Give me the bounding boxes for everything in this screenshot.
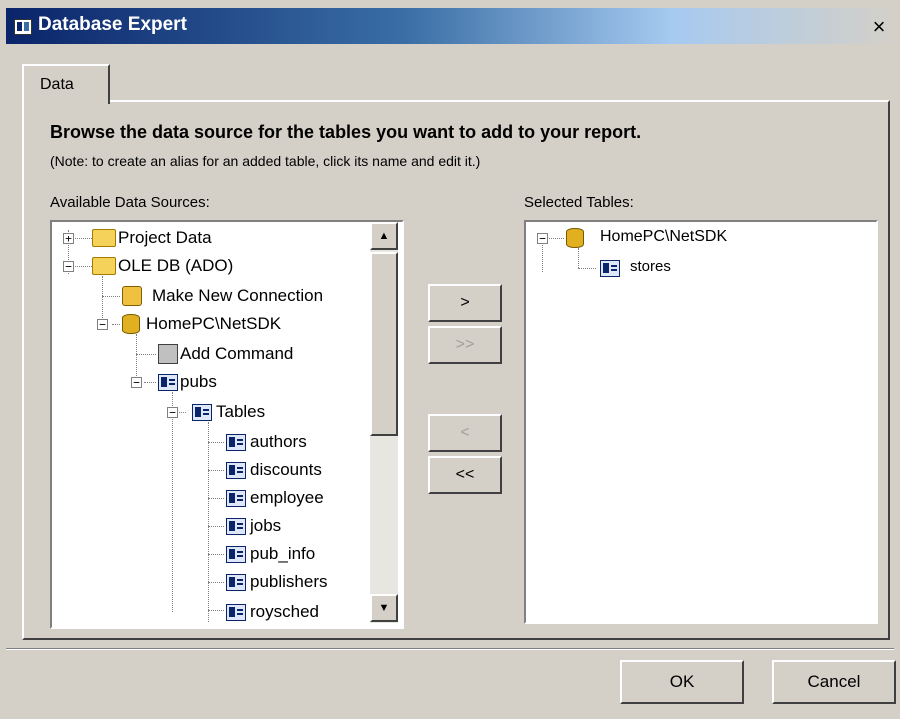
collapse-icon[interactable]: − bbox=[63, 261, 74, 272]
table-icon bbox=[226, 518, 246, 535]
tree-item-label: stores bbox=[630, 258, 671, 275]
available-sources-tree[interactable]: + Project Data − OLE DB (ADO) Make New C… bbox=[50, 220, 404, 629]
tree-item-add-command[interactable]: Add Command bbox=[52, 342, 372, 366]
table-icon bbox=[158, 374, 178, 391]
table-icon bbox=[192, 404, 212, 421]
tree-item-label: pubs bbox=[180, 372, 217, 391]
tree-item-discounts[interactable]: discounts bbox=[52, 458, 372, 482]
database-expert-window: Database Expert × Data Browse the data s… bbox=[0, 0, 900, 719]
collapse-icon[interactable]: − bbox=[131, 377, 142, 388]
remove-all-tables-button[interactable]: << bbox=[428, 456, 502, 494]
tree-item-pubs[interactable]: − pubs bbox=[52, 370, 372, 394]
app-icon bbox=[14, 19, 32, 35]
folder-icon bbox=[92, 229, 116, 247]
tree-item-label: authors bbox=[250, 432, 307, 451]
tree-item-jobs[interactable]: jobs bbox=[52, 514, 372, 538]
tree-item-ole-db[interactable]: − OLE DB (ADO) bbox=[52, 254, 372, 278]
instruction-heading: Browse the data source for the tables yo… bbox=[50, 122, 642, 142]
tree-item-label: jobs bbox=[250, 516, 282, 535]
selected-tables-label: Selected Tables: bbox=[524, 194, 634, 211]
tree-item-roysched[interactable]: roysched bbox=[52, 600, 372, 624]
tree-item-homepc-netsdk[interactable]: − HomePC\NetSDK bbox=[52, 312, 372, 336]
footer-separator bbox=[6, 648, 894, 650]
tree-item-label: pub_info bbox=[250, 544, 316, 563]
tree-item-tables[interactable]: − Tables bbox=[52, 400, 372, 424]
tree-item-employee[interactable]: employee bbox=[52, 486, 372, 510]
table-icon bbox=[226, 462, 246, 479]
tree-item-project-data[interactable]: + Project Data bbox=[52, 226, 372, 250]
table-icon bbox=[226, 490, 246, 507]
database-icon bbox=[122, 314, 140, 334]
scroll-down-button[interactable]: ▼ bbox=[370, 594, 398, 622]
tree-item-label: roysched bbox=[250, 602, 319, 621]
collapse-icon[interactable]: − bbox=[167, 407, 178, 418]
command-icon bbox=[158, 344, 178, 364]
tree-item-label: employee bbox=[250, 488, 324, 507]
selected-item-stores[interactable]: stores bbox=[526, 256, 846, 280]
tree-item-label: HomePC\NetSDK bbox=[146, 314, 282, 333]
selected-tables-tree[interactable]: − HomePC\NetSDK stores bbox=[524, 220, 878, 624]
instruction-note: (Note: to create an alias for an added t… bbox=[50, 153, 481, 169]
tree-item-label: OLE DB (ADO) bbox=[118, 256, 234, 275]
tree-item-label: discounts bbox=[250, 460, 322, 479]
table-icon bbox=[226, 574, 246, 591]
folder-icon bbox=[92, 257, 116, 275]
scroll-thumb[interactable] bbox=[370, 252, 398, 436]
tab-data-label: Data bbox=[40, 76, 74, 93]
close-button[interactable]: × bbox=[866, 14, 892, 40]
selected-item-homepc-netsdk[interactable]: − HomePC\NetSDK bbox=[526, 226, 846, 250]
scroll-up-button[interactable]: ▲ bbox=[370, 222, 398, 250]
connection-icon bbox=[122, 286, 142, 306]
ok-button[interactable]: OK bbox=[620, 660, 744, 704]
expand-icon[interactable]: + bbox=[63, 233, 74, 244]
tree-item-make-new-connection[interactable]: Make New Connection bbox=[52, 284, 372, 308]
collapse-icon[interactable]: − bbox=[537, 233, 548, 244]
tab-data[interactable]: Data bbox=[22, 64, 110, 104]
tree-item-label: publishers bbox=[250, 572, 328, 591]
vertical-scrollbar[interactable]: ▲ ▼ bbox=[370, 222, 398, 623]
table-icon bbox=[600, 260, 620, 277]
tree-item-label: HomePC\NetSDK bbox=[600, 228, 728, 245]
window-title: Database Expert bbox=[38, 14, 187, 35]
database-icon bbox=[566, 228, 584, 248]
cancel-button[interactable]: Cancel bbox=[772, 660, 896, 704]
add-all-tables-button[interactable]: >> bbox=[428, 326, 502, 364]
table-icon bbox=[226, 546, 246, 563]
remove-table-button[interactable]: < bbox=[428, 414, 502, 452]
tree-item-label: Make New Connection bbox=[152, 286, 324, 305]
tree-item-publishers[interactable]: publishers bbox=[52, 570, 372, 594]
table-icon bbox=[226, 434, 246, 451]
table-icon bbox=[226, 604, 246, 621]
add-table-button[interactable]: > bbox=[428, 284, 502, 322]
tree-item-label: Add Command bbox=[180, 344, 294, 363]
tree-item-pub-info[interactable]: pub_info bbox=[52, 542, 372, 566]
available-sources-label: Available Data Sources: bbox=[50, 194, 210, 211]
collapse-icon[interactable]: − bbox=[97, 319, 108, 330]
tree-item-label: Project Data bbox=[118, 228, 212, 247]
tree-item-authors[interactable]: authors bbox=[52, 430, 372, 454]
tree-item-label: Tables bbox=[216, 402, 266, 421]
